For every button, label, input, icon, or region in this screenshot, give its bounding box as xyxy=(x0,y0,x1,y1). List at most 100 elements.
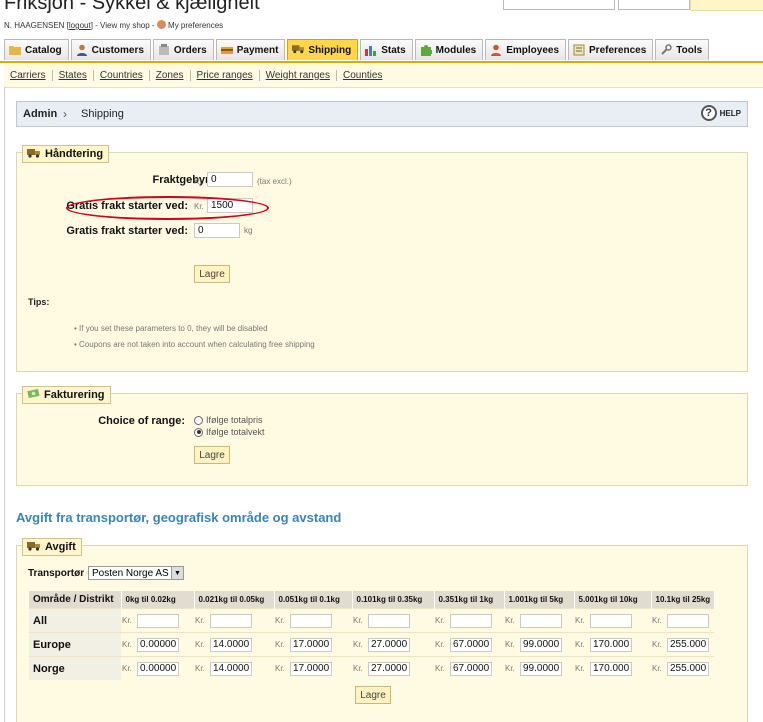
radio-circle-checked[interactable] xyxy=(194,427,203,437)
search-input[interactable] xyxy=(503,0,615,10)
main-tabs: Catalog Customers Orders Payment Shipping Sta… xyxy=(4,37,711,61)
tip-item: • Coupons are not taken into account whe… xyxy=(74,340,315,349)
breadcrumb-root[interactable]: Admin xyxy=(23,108,57,120)
fee-input[interactable] xyxy=(290,613,332,628)
carrier-selected-value: Posten Norge AS xyxy=(92,567,169,579)
fee-cell: Kr. 27.0000 xyxy=(352,632,434,657)
fee-cell-content: Kr. xyxy=(194,613,274,628)
tab-payment[interactable]: Payment xyxy=(215,39,286,60)
fee-input[interactable]: 99.0000 xyxy=(520,637,562,652)
puzzle-icon xyxy=(420,44,433,56)
fee-cell-content: Kr. 0.00000 xyxy=(121,661,194,676)
fee-currency: Kr. xyxy=(194,177,204,186)
tab-modules[interactable]: Modules xyxy=(414,39,484,60)
free-weight-input[interactable]: 0 xyxy=(194,223,240,238)
table-row: Europe Kr. 0.00000 Kr. 14.0000 Kr. 17.0000 Kr. 2… xyxy=(29,632,714,657)
currency-label: Kr. xyxy=(195,616,205,625)
handling-legend-label: Håndtering xyxy=(45,148,104,160)
fee-cell-content: Kr. 99.0000 xyxy=(504,661,574,676)
tab-label: Stats xyxy=(381,44,406,56)
fees-legend: Avgift xyxy=(22,538,82,556)
radio-circle[interactable] xyxy=(194,415,203,425)
subnav-counties[interactable]: Counties xyxy=(337,70,388,81)
stats-icon xyxy=(365,44,377,56)
currency-label: Kr. xyxy=(353,640,363,649)
fee-input[interactable] xyxy=(450,613,492,628)
shop-title: Friksjon - Sykkel & kjæligheit xyxy=(4,0,260,14)
fee-cell: Kr. xyxy=(434,608,504,633)
fee-input[interactable] xyxy=(520,613,562,628)
fee-input[interactable]: 170.000 xyxy=(590,637,632,652)
chevron-down-icon[interactable]: ▼ xyxy=(171,567,183,579)
search-select[interactable] xyxy=(618,0,690,10)
fee-input[interactable]: 0 xyxy=(207,172,253,187)
fee-cell: Kr. xyxy=(651,608,714,633)
tab-orders[interactable]: Orders xyxy=(152,39,214,60)
fee-cell-content: Kr. xyxy=(651,613,714,628)
currency-label: Kr. xyxy=(275,664,285,673)
tab-stats[interactable]: Stats xyxy=(360,39,413,60)
fee-input[interactable] xyxy=(368,613,410,628)
breadcrumb: Admin › Shipping ? HELP xyxy=(16,101,748,127)
range-column-header: 5.001kg til 10kg xyxy=(574,591,652,609)
fees-save-button[interactable]: Lagre xyxy=(355,686,391,704)
fee-input[interactable]: 170.000 xyxy=(590,661,632,676)
fee-input[interactable]: 17.0000 xyxy=(290,637,332,652)
tab-customers[interactable]: Customers xyxy=(70,39,151,60)
subnav-price-ranges[interactable]: Price ranges xyxy=(191,69,260,81)
tab-catalog[interactable]: Catalog xyxy=(4,39,69,60)
billing-save-button[interactable]: Lagre xyxy=(194,446,230,464)
carrier-select[interactable]: Posten Norge AS ▼ xyxy=(88,566,184,580)
fee-input[interactable] xyxy=(667,613,709,628)
tab-employees[interactable]: Employees xyxy=(485,39,567,60)
my-preferences-link[interactable]: My preferences xyxy=(168,21,223,30)
subnav-states[interactable]: States xyxy=(53,69,94,81)
subnav-countries[interactable]: Countries xyxy=(94,69,150,81)
tab-tools[interactable]: Tools xyxy=(655,39,710,60)
fee-cell: Kr. 255.000 xyxy=(651,656,714,680)
fee-input[interactable]: 0.00000 xyxy=(137,637,179,652)
tab-shipping[interactable]: Shipping xyxy=(287,39,359,60)
view-shop-link[interactable]: View my shop xyxy=(100,21,150,30)
fee-cell-content: Kr. 67.0000 xyxy=(434,661,504,676)
preferences-icon xyxy=(156,20,166,29)
fee-input[interactable]: 99.0000 xyxy=(520,661,562,676)
fee-input[interactable]: 0.00000 xyxy=(137,661,179,676)
radio-total-weight[interactable]: Ifølge totalvekt xyxy=(194,427,265,437)
zone-name: All xyxy=(29,608,121,633)
fee-input[interactable]: 255.000 xyxy=(667,661,709,676)
fee-input[interactable]: 17.0000 xyxy=(290,661,332,676)
radio-total-price[interactable]: Ifølge totalpris xyxy=(194,415,263,425)
logout-link[interactable]: logout xyxy=(69,21,91,30)
billing-legend: Fakturering xyxy=(22,386,111,404)
help-label: HELP xyxy=(719,108,741,118)
fee-cell-content: Kr. 255.000 xyxy=(651,637,714,652)
currency-label: Kr. xyxy=(195,664,205,673)
fee-input[interactable]: 14.0000 xyxy=(210,661,252,676)
fee-input[interactable]: 27.0000 xyxy=(368,637,410,652)
fee-input[interactable] xyxy=(590,613,632,628)
handling-save-button[interactable]: Lagre xyxy=(194,265,230,283)
fee-cell: Kr. 0.00000 xyxy=(121,632,194,657)
currency-label: Kr. xyxy=(275,640,285,649)
fee-input[interactable]: 27.0000 xyxy=(368,661,410,676)
fee-input[interactable]: 14.0000 xyxy=(210,637,252,652)
fee-input[interactable] xyxy=(137,613,179,628)
help-icon: ? xyxy=(700,105,717,121)
search-button[interactable] xyxy=(690,0,763,11)
subnav-zones[interactable]: Zones xyxy=(150,69,191,81)
fee-cell: Kr. xyxy=(274,608,352,633)
range-column-header: 0.101kg til 0.35kg xyxy=(352,591,435,609)
fee-input[interactable]: 67.0000 xyxy=(450,661,492,676)
fee-cell-content: Kr. xyxy=(574,613,651,628)
tab-preferences[interactable]: Preferences xyxy=(568,39,654,60)
subnav-carriers[interactable]: Carriers xyxy=(4,69,53,81)
subnav-weight-ranges[interactable]: Weight ranges xyxy=(260,69,337,81)
tip-text-1: If you set these parameters to 0, they w… xyxy=(79,324,268,333)
help-button[interactable]: ? HELP xyxy=(700,105,741,121)
fee-cell: Kr. 27.0000 xyxy=(352,656,434,680)
fee-input[interactable] xyxy=(210,613,252,628)
table-row: All Kr. Kr. Kr. Kr. Kr. Kr. Kr. Kr. xyxy=(29,608,714,633)
fee-input[interactable]: 255.000 xyxy=(667,637,709,652)
fee-input[interactable]: 67.0000 xyxy=(450,637,492,652)
